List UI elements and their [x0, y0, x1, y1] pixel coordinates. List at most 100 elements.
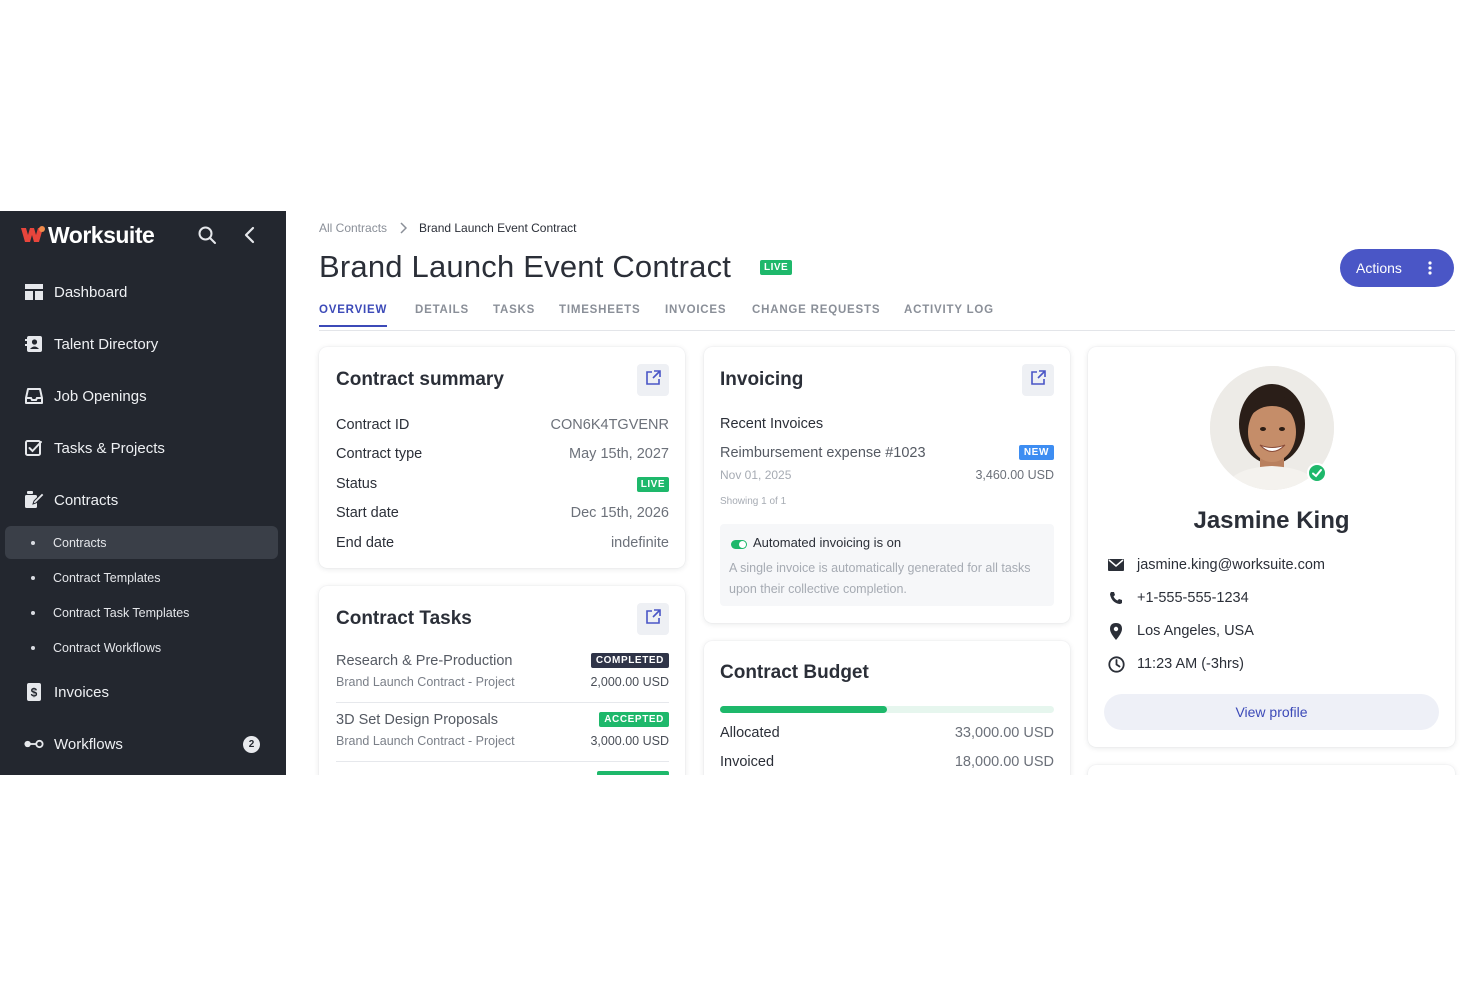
card-title: Contract summary: [336, 369, 504, 390]
card-title: Contract Budget: [720, 662, 869, 683]
task-item[interactable]: 3D Set Design Proposals Brand Launch Con…: [336, 712, 669, 762]
contract-budget-card: Contract Budget Allocated 33,000.00 USD …: [704, 641, 1070, 775]
brand-logo[interactable]: Worksuite: [20, 221, 155, 249]
task-status-badge-partial: [597, 771, 669, 775]
view-profile-button[interactable]: View profile: [1104, 694, 1439, 730]
sidebar-subitem-label: Contract Task Templates: [53, 605, 190, 620]
row-value: 33,000.00 USD: [954, 725, 1054, 741]
summary-row-end-date: End date indefinite: [336, 533, 669, 553]
task-name: Research & Pre-Production: [336, 653, 513, 669]
invoice-amount: 3,460.00 USD: [975, 468, 1054, 482]
dashboard-icon: [24, 282, 44, 302]
open-external-button[interactable]: [637, 603, 669, 635]
main-content: All Contracts Brand Launch Event Contrac…: [286, 211, 1480, 775]
sidebar-subitem-contract-workflows[interactable]: Contract Workflows: [5, 631, 278, 664]
sidebar-item-label: Talent Directory: [54, 335, 159, 353]
status-badge: LIVE: [636, 476, 669, 492]
invoice-status-badge: NEW: [1018, 445, 1054, 460]
automated-invoicing-title: Automated invoicing is on: [753, 535, 902, 550]
sidebar-item-label: Job Openings: [54, 387, 147, 405]
tab-bar: OVERVIEW DETAILS TASKS TIMESHEETS INVOIC…: [319, 301, 1455, 331]
tab-overview[interactable]: OVERVIEW: [319, 304, 388, 327]
profile-email-text: jasmine.king@worksuite.com: [1137, 557, 1325, 573]
automated-invoicing-toggle[interactable]: [731, 540, 747, 549]
profile-name: Jasmine King: [1193, 507, 1350, 534]
row-value: CON6K4TGVENR: [550, 417, 669, 433]
budget-progress-bar: [720, 706, 1054, 713]
sidebar-item-invoices[interactable]: $ Invoices: [0, 672, 286, 712]
brand-name: Worksuite: [48, 221, 155, 248]
divider: [336, 702, 669, 703]
sidebar-subitem-contracts[interactable]: Contracts: [5, 526, 278, 559]
sidebar-subitem-label: Contract Workflows: [53, 640, 162, 655]
profile-phone-text: +1-555-555-1234: [1137, 590, 1249, 606]
clock-icon: [1107, 655, 1125, 673]
tab-tasks[interactable]: TASKS: [493, 304, 535, 325]
task-status-badge: ACCEPTED: [599, 712, 669, 727]
row-value: 18,000.00 USD: [954, 754, 1054, 770]
sidebar-item-dashboard[interactable]: Dashboard: [0, 272, 286, 312]
app-window: Worksuite Dashboard Talent Directory Job…: [0, 211, 1480, 775]
sidebar-item-label: Workflows: [54, 735, 123, 753]
contract-edit-icon: [24, 490, 44, 510]
open-external-button[interactable]: [637, 364, 669, 396]
task-item[interactable]: Research & Pre-Production Brand Launch C…: [336, 653, 669, 703]
divider: [336, 761, 669, 762]
open-external-button[interactable]: [1022, 364, 1054, 396]
profile-email[interactable]: jasmine.king@worksuite.com: [1107, 555, 1325, 575]
row-value: Dec 15th, 2026: [570, 505, 669, 521]
task-amount: 3,000.00 USD: [590, 734, 669, 748]
sidebar-item-tasks-projects[interactable]: Tasks & Projects: [0, 428, 286, 468]
contract-tasks-card: Contract Tasks Research & Pre-Production…: [319, 586, 685, 775]
tab-activity-log[interactable]: ACTIVITY LOG: [904, 304, 994, 325]
row-key: Allocated: [720, 725, 780, 741]
invoice-date: Nov 01, 2025: [720, 468, 792, 482]
sidebar-item-job-openings[interactable]: Job Openings: [0, 376, 286, 416]
tab-details[interactable]: DETAILS: [415, 304, 469, 325]
sidebar-subitem-contract-templates[interactable]: Contract Templates: [5, 561, 278, 594]
sidebar-item-label: Invoices: [54, 683, 110, 701]
row-key: End date: [336, 535, 395, 551]
profile-location-text: Los Angeles, USA: [1137, 623, 1254, 639]
external-link-icon: [645, 369, 661, 391]
collapse-sidebar-icon[interactable]: [240, 224, 260, 246]
profile-location: Los Angeles, USA: [1107, 621, 1254, 641]
pagination-count: Showing 1 of 1: [720, 496, 787, 507]
breadcrumb-all-contracts[interactable]: All Contracts: [319, 221, 387, 235]
sidebar-subitem-label: Contract Templates: [53, 570, 161, 585]
external-link-icon: [645, 608, 661, 630]
automated-invoicing-box: Automated invoicing is on A single invoi…: [720, 524, 1054, 606]
sidebar-item-workflows[interactable]: Workflows 2: [0, 724, 286, 764]
search-icon[interactable]: [196, 224, 218, 246]
inbox-icon: [24, 386, 44, 406]
profile-time-text: 11:23 AM (-3hrs): [1137, 656, 1244, 672]
kebab-menu-icon: [1428, 261, 1432, 275]
row-key: Start date: [336, 505, 399, 521]
sidebar-subitem-contract-task-templates[interactable]: Contract Task Templates: [5, 596, 278, 629]
phone-icon: [1107, 589, 1125, 607]
task-status-badge: COMPLETED: [590, 653, 669, 668]
task-amount: 2,000.00 USD: [590, 675, 669, 689]
location-pin-icon: [1107, 622, 1125, 640]
tab-invoices[interactable]: INVOICES: [665, 304, 726, 325]
task-project: Brand Launch Contract - Project: [336, 675, 515, 689]
row-key: Invoiced: [720, 754, 775, 770]
actions-button-label: Actions: [1356, 260, 1402, 276]
sidebar-item-contracts[interactable]: Contracts: [0, 480, 286, 520]
bullet-icon: [31, 540, 35, 545]
profile-phone[interactable]: +1-555-555-1234: [1107, 588, 1249, 608]
invoice-dollar-icon: $: [24, 682, 44, 702]
invoice-name[interactable]: Reimbursement expense #1023: [720, 445, 926, 461]
sidebar-item-talent-directory[interactable]: Talent Directory: [0, 324, 286, 364]
tab-timesheets[interactable]: TIMESHEETS: [559, 304, 640, 325]
tab-change-requests[interactable]: CHANGE REQUESTS: [752, 304, 880, 325]
summary-row-start-date: Start date Dec 15th, 2026: [336, 503, 669, 523]
contract-summary-card: Contract summary Contract ID CON6K4TGVEN…: [319, 347, 685, 568]
profile-secondary-card: [1088, 765, 1455, 775]
actions-button[interactable]: Actions: [1340, 249, 1454, 287]
card-title: Invoicing: [720, 369, 804, 390]
summary-row-contract-type: Contract type May 15th, 2027: [336, 444, 669, 464]
sidebar-subitem-label: Contracts: [53, 535, 107, 550]
budget-progress-fill: [720, 706, 887, 713]
breadcrumb-current: Brand Launch Event Contract: [419, 221, 577, 235]
